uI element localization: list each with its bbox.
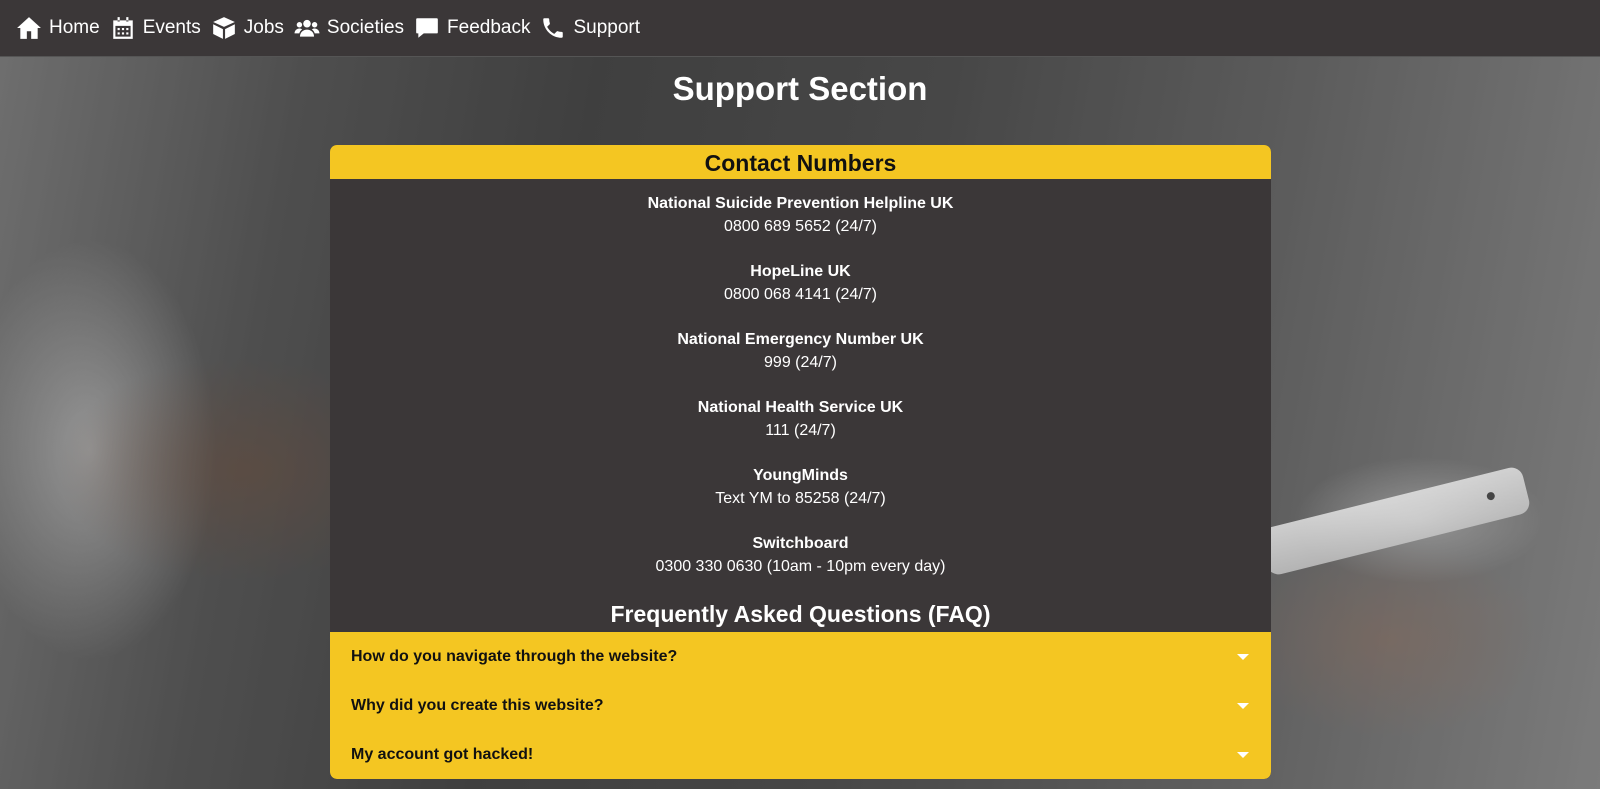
page-title: Support Section — [672, 70, 928, 107]
contact-number: Text YM to 85258 (24/7) — [715, 490, 886, 507]
faq-question: How do you navigate through the website? — [351, 647, 678, 665]
box-icon — [212, 17, 235, 39]
contact-numbers-header: Contact Numbers — [330, 145, 1271, 179]
contact-name: Switchboard — [752, 535, 849, 552]
top-navbar: Home Events Jobs Societies Feedback Supp… — [0, 0, 1600, 57]
contact-item: National Health Service UK 111 (24/7) — [330, 396, 1271, 442]
nav-item-label: Societies — [326, 17, 405, 38]
caret-down-icon — [1237, 702, 1249, 709]
contact-name: National Health Service UK — [697, 399, 904, 416]
contact-number: 0800 068 4141 (24/7) — [723, 286, 877, 303]
support-card: Contact Numbers National Suicide Prevent… — [330, 145, 1271, 779]
contact-number: 111 (24/7) — [765, 422, 836, 439]
contact-item: National Emergency Number UK 999 (24/7) — [330, 328, 1271, 374]
phone-icon — [543, 18, 564, 38]
contact-number: 999 (24/7) — [764, 354, 837, 371]
nav-item-feedback[interactable]: Feedback — [414, 15, 530, 41]
contact-list: National Suicide Prevention Helpline UK … — [330, 179, 1271, 578]
nav-item-label: Jobs — [243, 17, 284, 38]
faq-question: Why did you create this website? — [351, 696, 604, 714]
contact-name: YoungMinds — [753, 467, 848, 484]
contact-item: Switchboard 0300 330 0630 (10am - 10pm e… — [330, 532, 1271, 578]
faq-question: My account got hacked! — [351, 745, 534, 763]
nav-item-events[interactable]: Events — [110, 15, 201, 41]
contact-name: HopeLine UK — [750, 263, 851, 280]
nav-item-home[interactable]: Home — [16, 15, 100, 41]
faq-accordion: How do you navigate through the website?… — [330, 632, 1271, 779]
nav-item-label: Home — [49, 17, 100, 38]
nav-item-societies[interactable]: Societies — [294, 15, 404, 41]
contact-item: HopeLine UK 0800 068 4141 (24/7) — [330, 260, 1271, 306]
nav-item-label: Events — [142, 17, 201, 38]
home-icon — [17, 17, 41, 39]
contact-item: YoungMinds Text YM to 85258 (24/7) — [330, 464, 1271, 510]
faq-item[interactable]: Why did you create this website? — [330, 681, 1271, 730]
caret-down-icon — [1237, 751, 1249, 758]
nav-item-jobs[interactable]: Jobs — [211, 15, 284, 41]
nav-item-support[interactable]: Support — [540, 15, 640, 41]
contact-number: 0300 330 0630 (10am - 10pm every day) — [655, 558, 946, 575]
calendar-icon — [112, 17, 133, 39]
caret-down-icon — [1237, 653, 1249, 660]
nav-item-label: Support — [573, 17, 641, 38]
users-icon — [294, 19, 320, 37]
comment-icon — [416, 18, 438, 38]
faq-item[interactable]: My account got hacked! — [330, 730, 1271, 779]
contact-name: National Suicide Prevention Helpline UK — [647, 195, 954, 212]
nav-item-label: Feedback — [447, 17, 531, 38]
contact-item: National Suicide Prevention Helpline UK … — [330, 192, 1271, 238]
contact-number: 0800 689 5652 (24/7) — [723, 218, 877, 235]
faq-item[interactable]: How do you navigate through the website? — [330, 632, 1271, 681]
contact-name: National Emergency Number UK — [677, 331, 924, 348]
